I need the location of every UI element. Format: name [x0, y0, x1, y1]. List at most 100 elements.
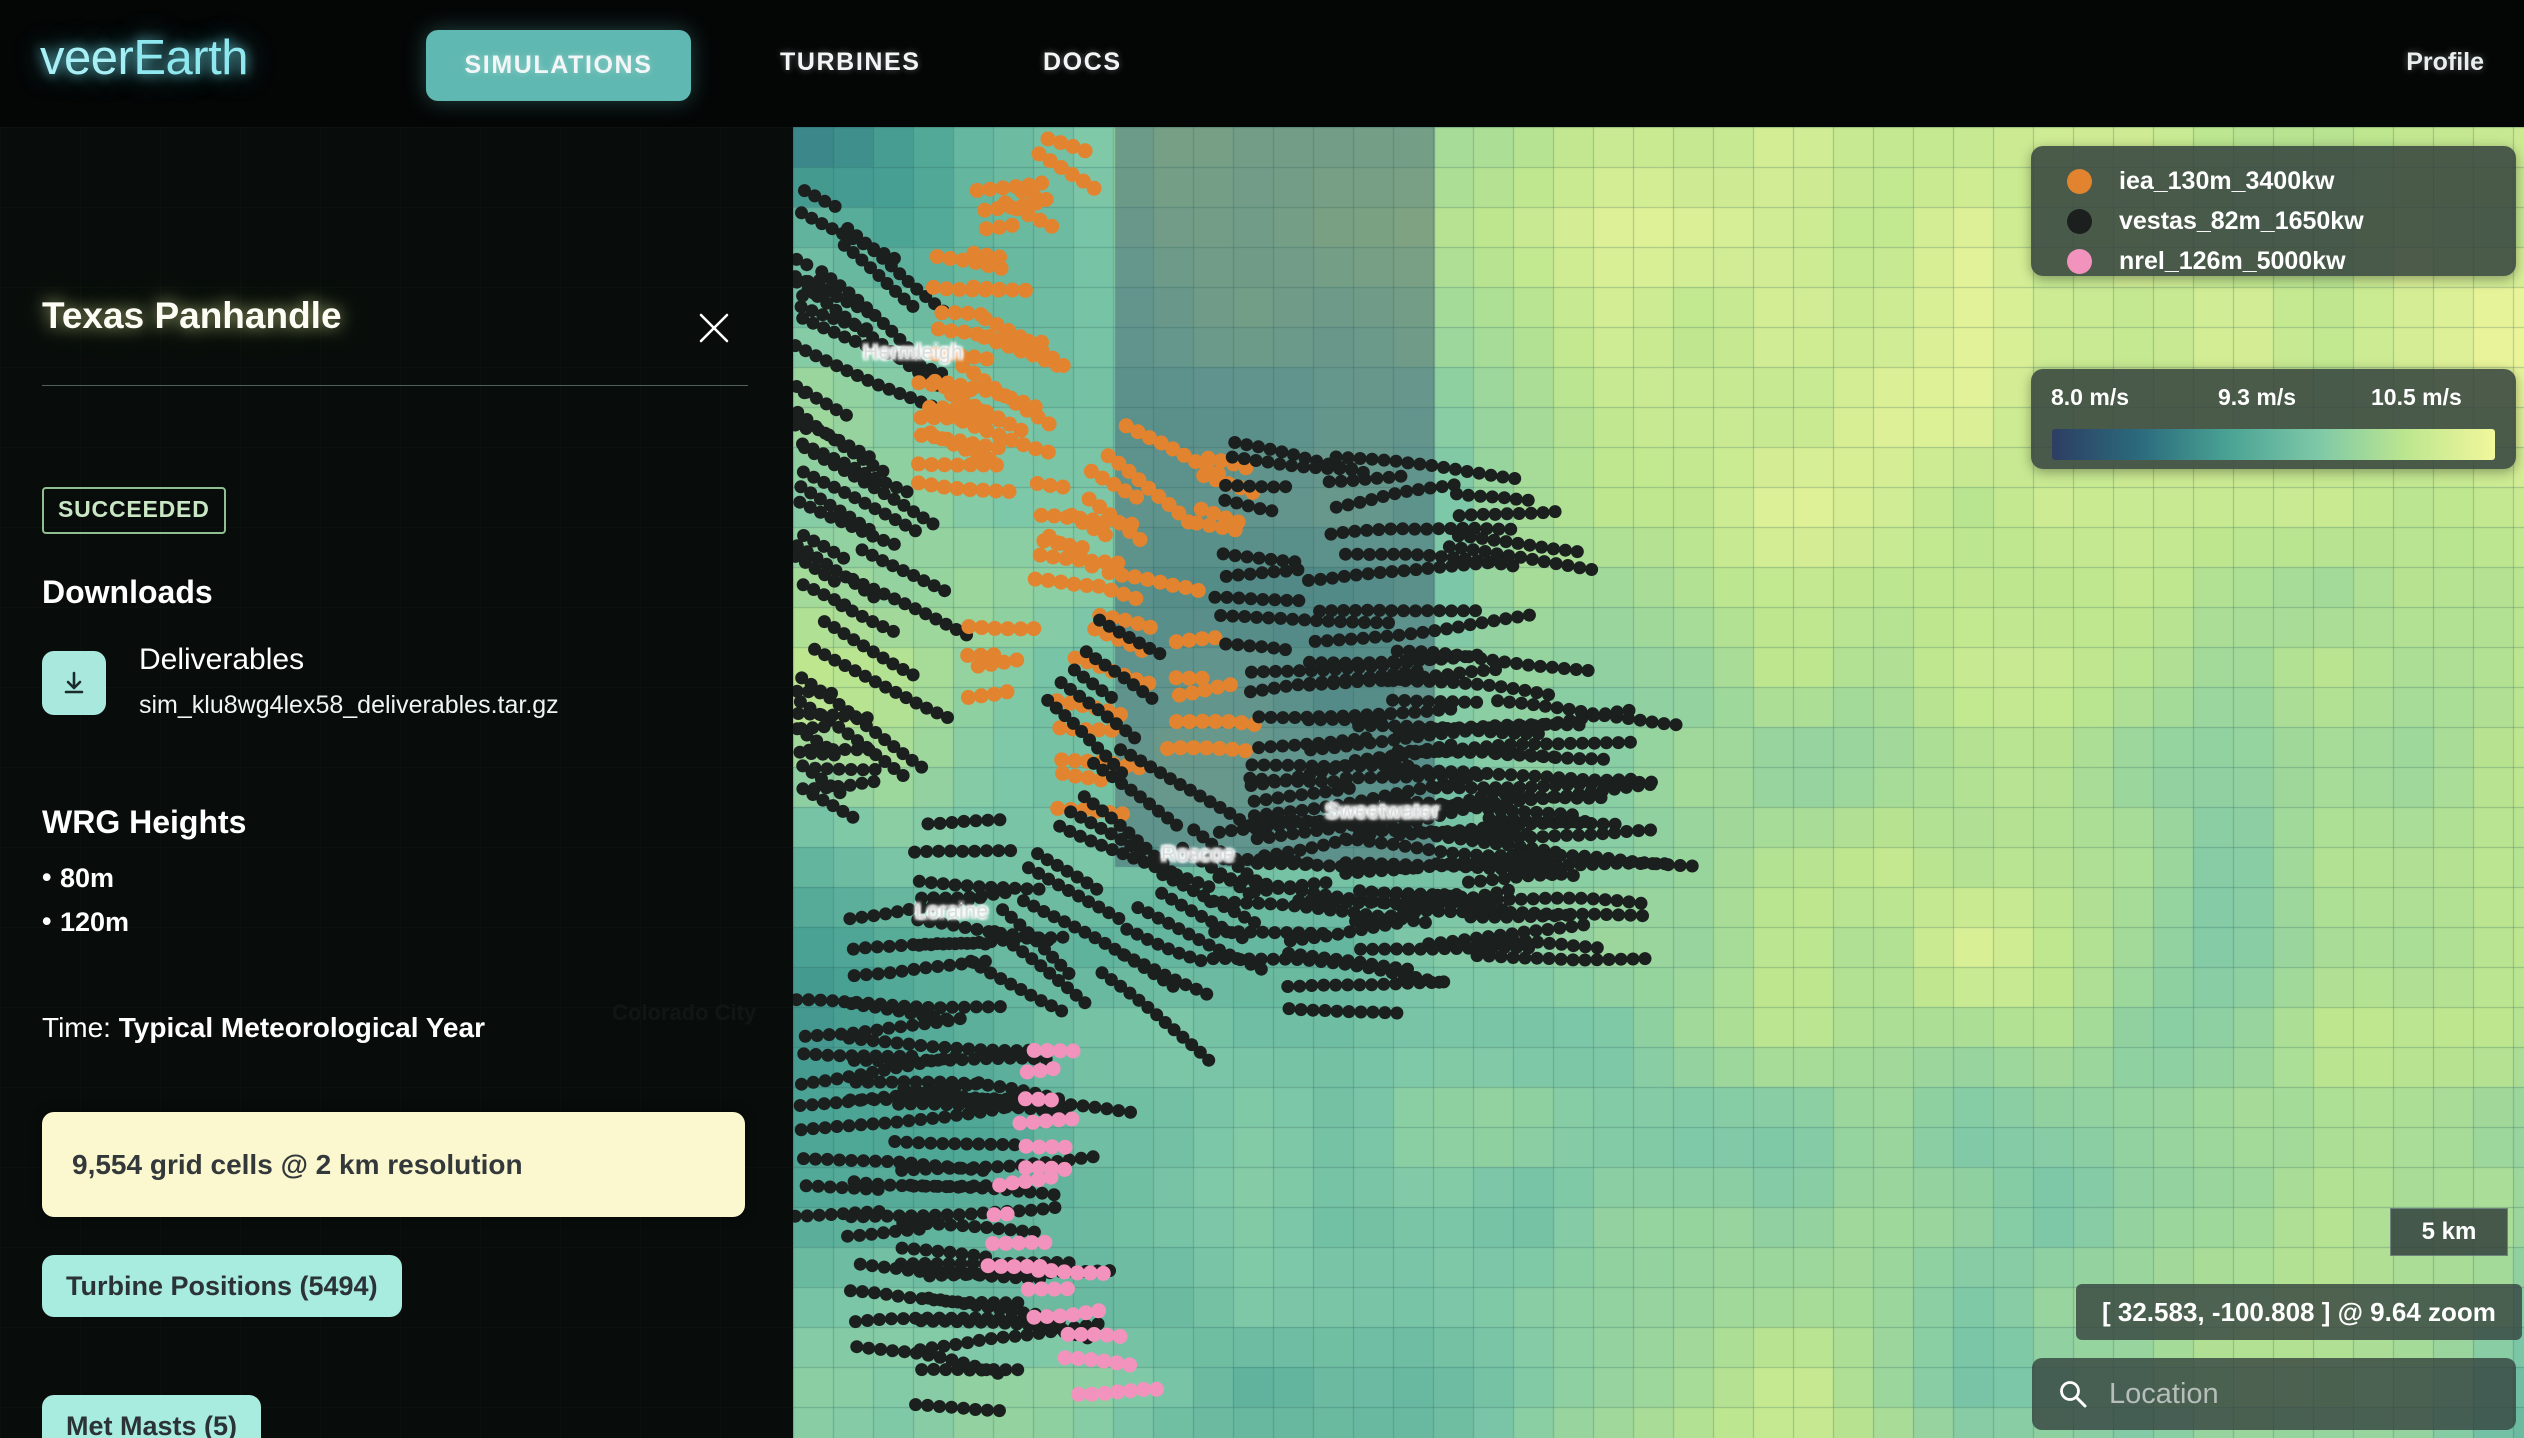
turbine-marker[interactable] — [990, 201, 1006, 217]
turbine-marker[interactable] — [1521, 869, 1535, 883]
turbine-marker[interactable] — [1409, 563, 1423, 577]
turbine-marker[interactable] — [1314, 713, 1328, 727]
turbine-marker[interactable] — [1558, 791, 1572, 805]
turbine-marker[interactable] — [1351, 547, 1364, 561]
turbine-marker[interactable] — [1518, 813, 1532, 827]
turbine-marker[interactable] — [1214, 609, 1228, 622]
turbine-marker[interactable] — [1317, 978, 1331, 992]
turbine-marker[interactable] — [1252, 741, 1266, 755]
turbine-marker[interactable] — [1006, 1259, 1022, 1275]
turbine-marker[interactable] — [850, 743, 864, 757]
turbine-marker[interactable] — [1259, 793, 1273, 807]
turbine-marker[interactable] — [1345, 818, 1359, 832]
turbine-marker[interactable] — [1288, 711, 1302, 724]
turbine-marker[interactable] — [1451, 529, 1465, 543]
turbine-marker[interactable] — [1507, 933, 1521, 947]
turbine-marker[interactable] — [1341, 954, 1355, 968]
turbine-marker[interactable] — [938, 281, 954, 297]
turbine-marker[interactable] — [1202, 517, 1217, 533]
turbine-marker[interactable] — [1351, 656, 1364, 670]
turbine-marker[interactable] — [1611, 736, 1625, 750]
turbine-marker[interactable] — [862, 996, 875, 1010]
turbine-marker[interactable] — [1220, 590, 1234, 604]
turbine-marker[interactable] — [1541, 923, 1555, 936]
turbine-marker[interactable] — [1626, 952, 1640, 966]
turbine-marker[interactable] — [903, 1291, 917, 1305]
turbine-marker[interactable] — [991, 1052, 1005, 1065]
turbine-marker[interactable] — [1313, 604, 1327, 618]
turbine-marker[interactable] — [829, 1096, 843, 1110]
turbine-marker[interactable] — [1529, 924, 1543, 938]
turbine-marker[interactable] — [1438, 942, 1452, 956]
turbine-marker[interactable] — [1052, 1043, 1068, 1059]
turbine-marker[interactable] — [1078, 1305, 1094, 1321]
turbine-marker[interactable] — [1256, 593, 1270, 606]
turbine-marker[interactable] — [1518, 951, 1532, 965]
turbine-marker[interactable] — [846, 1026, 860, 1040]
turbine-marker[interactable] — [986, 1315, 1000, 1329]
turbine-marker[interactable] — [979, 1179, 993, 1193]
turbine-marker[interactable] — [1398, 694, 1412, 707]
turbine-marker[interactable] — [1526, 892, 1540, 906]
turbine-marker[interactable] — [1496, 470, 1510, 484]
turbine-marker[interactable] — [1522, 789, 1536, 803]
turbine-marker[interactable] — [1384, 522, 1398, 536]
turbine-marker[interactable] — [1404, 627, 1418, 641]
turbine-marker[interactable] — [807, 782, 821, 796]
turbine-marker[interactable] — [1278, 643, 1292, 657]
turbine-marker[interactable] — [970, 658, 986, 674]
turbine-marker[interactable] — [939, 1363, 953, 1377]
turbine-marker[interactable] — [1673, 859, 1687, 872]
turbine-marker[interactable] — [896, 1312, 910, 1326]
turbine-marker[interactable] — [947, 305, 963, 321]
turbine-marker[interactable] — [1036, 533, 1052, 549]
turbine-marker[interactable] — [1590, 953, 1604, 967]
turbine-marker[interactable] — [1020, 882, 1034, 896]
turbine-marker[interactable] — [1145, 691, 1159, 705]
turbine-marker[interactable] — [1542, 814, 1556, 828]
turbine-marker[interactable] — [896, 769, 910, 782]
turbine-marker[interactable] — [972, 1333, 986, 1347]
turbine-marker[interactable] — [1477, 664, 1490, 677]
turbine-marker[interactable] — [1015, 1051, 1029, 1065]
turbine-marker[interactable] — [1243, 567, 1257, 581]
turbine-marker[interactable] — [1077, 143, 1093, 159]
turbine-marker[interactable] — [919, 1162, 933, 1176]
turbine-marker[interactable] — [1384, 909, 1398, 923]
turbine-marker[interactable] — [814, 993, 828, 1007]
turbine-marker[interactable] — [1095, 1265, 1111, 1281]
turbine-marker[interactable] — [1483, 933, 1497, 947]
turbine-marker[interactable] — [1425, 780, 1439, 794]
turbine-marker[interactable] — [935, 916, 949, 930]
turbine-marker[interactable] — [1365, 493, 1378, 507]
turbine-marker[interactable] — [869, 1049, 883, 1063]
turbine-marker[interactable] — [1557, 662, 1571, 675]
turbine-marker[interactable] — [1084, 553, 1100, 569]
turbine-marker[interactable] — [1549, 557, 1563, 571]
turbine-marker[interactable] — [1342, 1005, 1356, 1019]
turbine-marker[interactable] — [1572, 828, 1586, 842]
turbine-marker[interactable] — [1049, 357, 1065, 373]
turbine-marker[interactable] — [1362, 674, 1376, 688]
turbine-marker[interactable] — [1219, 478, 1233, 492]
turbine-marker[interactable] — [1575, 711, 1589, 725]
turbine-marker[interactable] — [941, 1014, 955, 1028]
turbine-marker[interactable] — [1048, 1201, 1062, 1214]
turbine-marker[interactable] — [957, 1000, 971, 1014]
turbine-marker[interactable] — [880, 1155, 894, 1168]
turbine-marker[interactable] — [1351, 865, 1365, 879]
turbine-marker[interactable] — [1476, 830, 1490, 844]
turbine-marker[interactable] — [862, 522, 876, 536]
turbine-marker[interactable] — [1168, 670, 1184, 686]
turbine-marker[interactable] — [1254, 952, 1268, 966]
turbine-marker[interactable] — [1445, 604, 1458, 618]
turbine-marker[interactable] — [1331, 783, 1344, 797]
turbine-marker[interactable] — [1099, 1327, 1115, 1343]
turbine-marker[interactable] — [1199, 740, 1214, 756]
turbine-marker[interactable] — [1494, 950, 1508, 964]
turbine-marker[interactable] — [976, 457, 991, 473]
turbine-marker[interactable] — [834, 1027, 848, 1041]
turbine-marker[interactable] — [1171, 687, 1187, 703]
turbine-marker[interactable] — [1361, 753, 1375, 767]
turbine-marker[interactable] — [1489, 747, 1503, 761]
